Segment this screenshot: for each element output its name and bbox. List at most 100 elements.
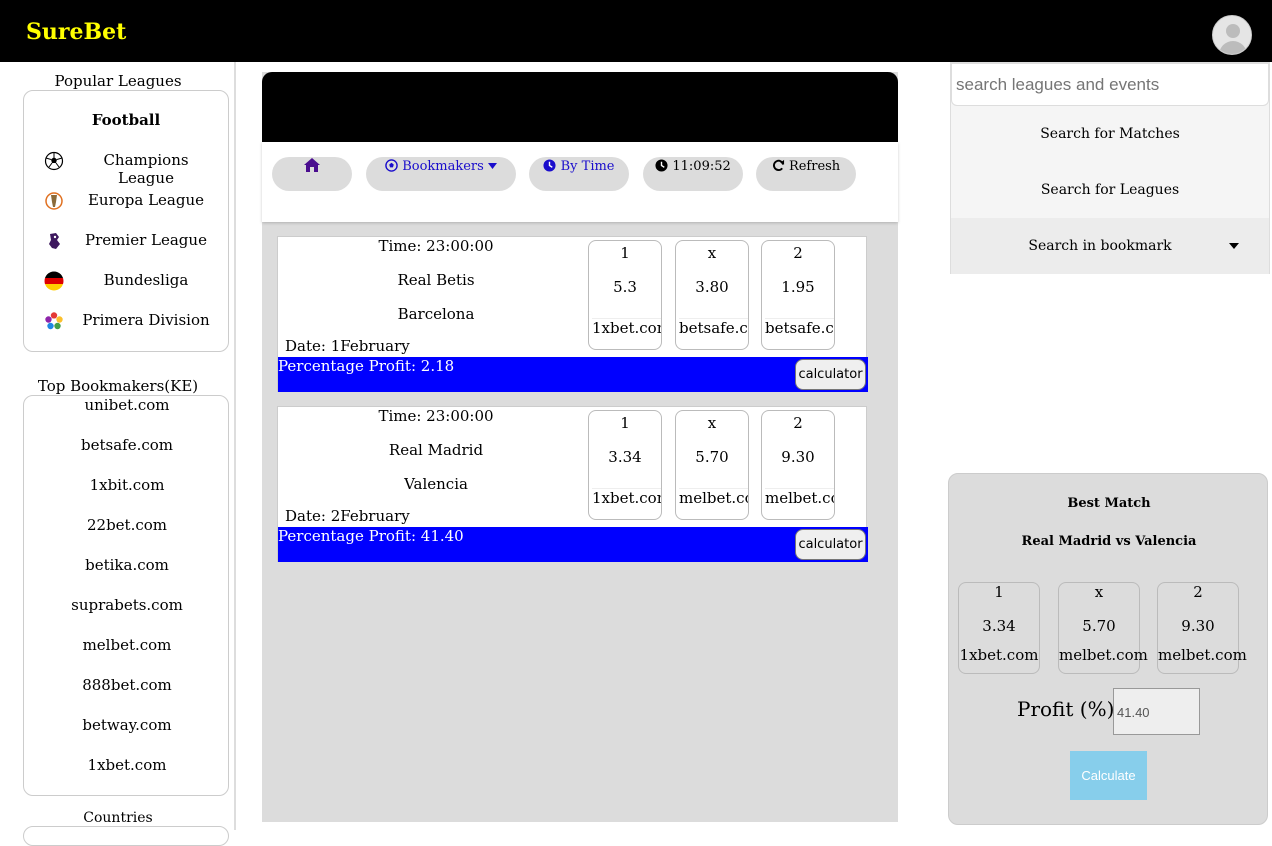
refresh-button[interactable]: Refresh <box>756 157 856 191</box>
calculate-button[interactable]: Calculate <box>1070 751 1147 800</box>
clock-icon <box>655 159 668 172</box>
percentage-profit: Percentage Profit: 41.40 <box>278 527 464 545</box>
match-card: Time: 23:00:00 Real Betis Barcelona Date… <box>277 236 868 392</box>
soccer-ball-icon <box>385 159 398 172</box>
odd-value: 3.34 <box>608 448 642 466</box>
europa-league-icon <box>45 192 63 210</box>
odd-bookmaker: melbet.com <box>765 488 834 507</box>
league-label: Bundesliga <box>103 271 189 289</box>
sport-heading: Football <box>91 111 161 129</box>
odd-bookmaker: 1xbet.com <box>592 488 661 507</box>
bookmaker-link[interactable]: betsafe.com <box>24 436 230 454</box>
clock-icon <box>543 159 557 172</box>
popular-leagues-box: Football Champions League Europa League <box>23 90 229 352</box>
countries-box <box>23 826 229 846</box>
best-odd-home: 1 3.34 1xbet.com <box>958 582 1040 674</box>
search-bookmark-label: Search in bookmark <box>1028 238 1172 254</box>
league-item-primera-division[interactable]: Primera Division <box>24 301 230 341</box>
search-panel: Search for Matches Search for Leagues Se… <box>950 62 1270 274</box>
bookmakers-box: unibet.com betsafe.com 1xbit.com 22bet.c… <box>23 395 229 796</box>
bookmaker-link[interactable]: melbet.com <box>24 636 230 654</box>
league-label: Premier League <box>85 231 207 249</box>
odd-value: 5.70 <box>1082 617 1116 635</box>
league-item-premier-league[interactable]: Premier League <box>24 221 230 261</box>
brand-logo[interactable]: SureBet <box>26 19 126 45</box>
center-header <box>262 72 898 142</box>
calculator-button[interactable]: calculator <box>795 529 866 560</box>
filter-navbar: Bookmakers By Time 11:09:52 Refresh <box>262 142 898 222</box>
bookmaker-link[interactable]: suprabets.com <box>24 596 230 614</box>
odd-card-draw[interactable]: x 5.70 melbet.com <box>675 410 749 520</box>
home-button[interactable] <box>272 157 352 191</box>
odd-value: 1.95 <box>781 278 815 296</box>
refresh-icon <box>772 159 784 171</box>
match-card: Time: 23:00:00 Real Madrid Valencia Date… <box>277 406 868 562</box>
percentage-profit: Percentage Profit: 2.18 <box>278 357 455 375</box>
match-date: Date: 2February <box>285 507 410 525</box>
best-match-name: Real Madrid vs Valencia <box>1021 534 1197 549</box>
odd-key: 1 <box>620 244 630 262</box>
odd-bookmaker: 1xbet.com <box>592 318 661 337</box>
odd-bookmaker: betsafe.com <box>765 318 834 337</box>
bookmaker-link[interactable]: betika.com <box>24 556 230 574</box>
user-avatar-icon[interactable] <box>1212 15 1252 55</box>
profit-label: Profit (%) <box>1017 697 1115 721</box>
odd-card-home[interactable]: 1 5.3 1xbet.com <box>588 240 662 350</box>
odd-key: 1 <box>620 414 630 432</box>
odd-card-home[interactable]: 1 3.34 1xbet.com <box>588 410 662 520</box>
bookmaker-link[interactable]: unibet.com <box>24 396 230 414</box>
home-team: Real Madrid <box>388 441 484 459</box>
refresh-label: Refresh <box>788 159 841 174</box>
search-bookmark-dropdown[interactable]: Search in bookmark <box>951 218 1269 274</box>
odd-value: 5.70 <box>695 448 729 466</box>
top-bookmakers-title: Top Bookmakers(KE) <box>37 377 199 395</box>
odd-bookmaker: melbet.com <box>679 488 748 507</box>
search-input[interactable] <box>951 63 1269 106</box>
profit-bar: Percentage Profit: 2.18 calculator <box>278 357 868 392</box>
by-time-button[interactable]: By Time <box>529 157 629 191</box>
caret-down-icon <box>487 163 497 169</box>
best-match-panel: Best Match Real Madrid vs Valencia 1 3.3… <box>948 473 1268 825</box>
bookmakers-dropdown[interactable]: Bookmakers <box>366 157 516 191</box>
league-label: Primera Division <box>82 311 210 329</box>
odd-bookmaker: melbet.com <box>1158 646 1247 664</box>
left-sidebar: Popular Leagues Football Champions Leagu… <box>0 62 236 846</box>
league-item-europa-league[interactable]: Europa League <box>24 181 230 221</box>
odd-key: 2 <box>793 414 803 432</box>
odd-card-away[interactable]: 2 1.95 betsafe.com <box>761 240 835 350</box>
calculator-button[interactable]: calculator <box>795 359 866 390</box>
league-label: Europa League <box>87 191 205 209</box>
popular-leagues-title: Popular Leagues <box>54 72 182 90</box>
away-team: Barcelona <box>397 305 475 323</box>
odd-key: 2 <box>793 244 803 262</box>
search-leagues-option[interactable]: Search for Leagues <box>951 162 1269 218</box>
bookmaker-link[interactable]: betway.com <box>24 716 230 734</box>
bookmaker-link[interactable]: 1xbet.com <box>24 756 230 774</box>
best-odd-draw: x 5.70 melbet.com <box>1058 582 1148 674</box>
bookmaker-link[interactable]: 22bet.com <box>24 516 230 534</box>
best-odd-away: 2 9.30 melbet.com <box>1157 582 1247 674</box>
odd-bookmaker: betsafe.com <box>679 318 748 337</box>
odd-bookmaker: 1xbet.com <box>959 646 1039 664</box>
odd-card-away[interactable]: 2 9.30 melbet.com <box>761 410 835 520</box>
primera-division-icon <box>45 312 63 330</box>
odd-value: 9.30 <box>781 448 815 466</box>
odd-card-draw[interactable]: x 3.80 betsafe.com <box>675 240 749 350</box>
league-item-bundesliga[interactable]: Bundesliga <box>24 261 230 301</box>
league-item-champions-league[interactable]: Champions League <box>24 141 230 187</box>
bookmakers-label: Bookmakers <box>402 159 484 174</box>
odd-value: 5.3 <box>613 278 637 296</box>
profit-input[interactable]: 41.40 <box>1113 688 1200 735</box>
caret-down-icon <box>1229 243 1239 249</box>
bookmaker-link[interactable]: 888bet.com <box>24 676 230 694</box>
clock-label: 11:09:52 <box>672 159 731 174</box>
odd-key: 1 <box>994 583 1004 601</box>
home-team: Real Betis <box>397 271 475 289</box>
bookmaker-link[interactable]: 1xbit.com <box>24 476 230 494</box>
countries-title: Countries <box>83 810 153 826</box>
premier-league-icon <box>49 233 60 249</box>
away-team: Valencia <box>404 475 468 493</box>
match-time: Time: 23:00:00 <box>378 407 494 425</box>
search-matches-option[interactable]: Search for Matches <box>951 106 1269 162</box>
odd-key: x <box>1094 583 1104 601</box>
